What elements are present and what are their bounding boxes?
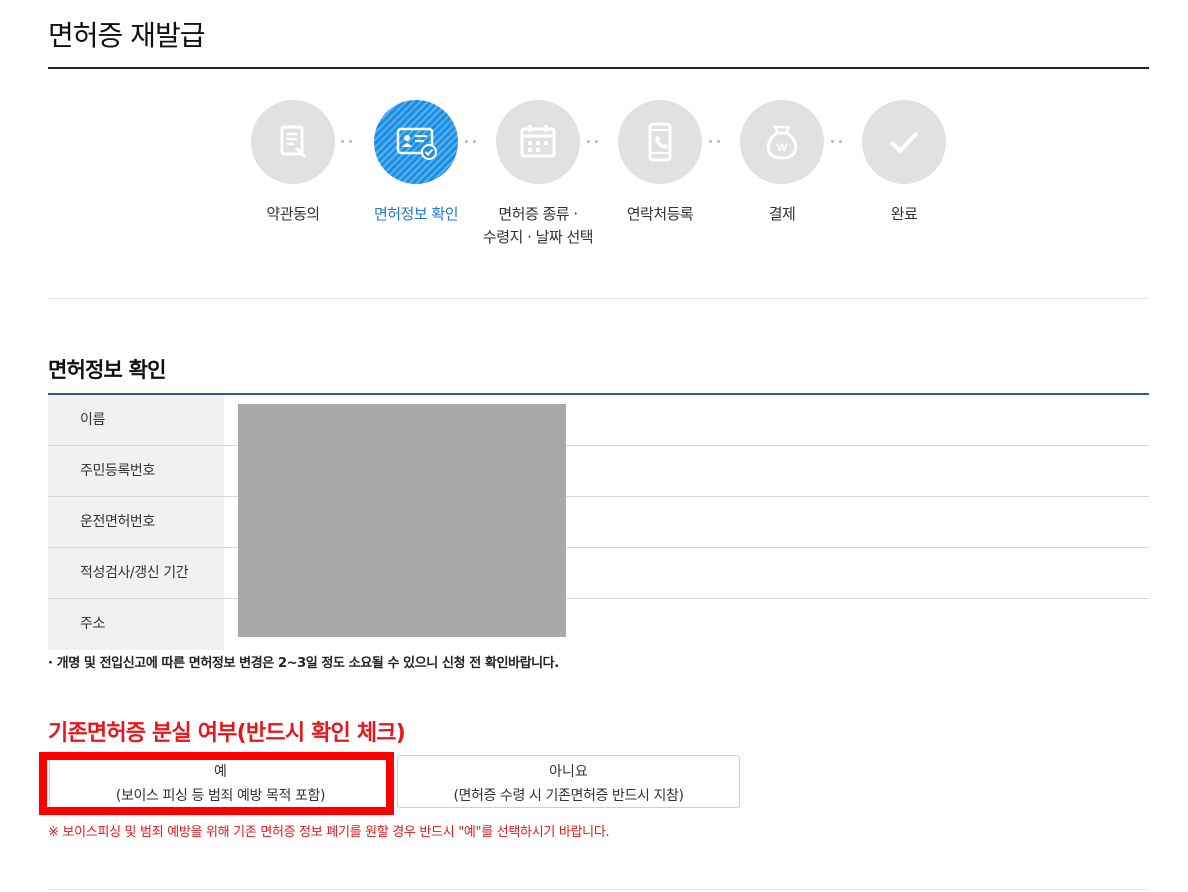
title-divider — [48, 67, 1149, 69]
step-label-line2: 수령지 · 날짜 선택 — [482, 228, 594, 246]
table-row: 이름 — [48, 395, 1149, 446]
page-title: 면허증 재발급 — [48, 19, 205, 52]
license-info-table: 이름 주민등록번호 운전면허번호 적성검사/갱신 기간 주소 — [48, 395, 1149, 650]
redacted-personal-info — [238, 404, 566, 637]
info-section-title: 면허정보 확인 — [48, 358, 166, 382]
step-label-terms: 약관동의 — [266, 205, 320, 223]
yes-button-sublabel: (보이스 피싱 등 범죄 예방 목적 포함) — [115, 788, 326, 804]
table-row: 주소 — [48, 599, 1149, 650]
document-pen-icon — [251, 100, 335, 184]
resident-number-label: 주민등록번호 — [48, 446, 224, 496]
step-connector — [465, 140, 487, 146]
yes-button-label: 예 — [214, 764, 227, 780]
check-icon — [862, 100, 946, 184]
step-label-payment: 결제 — [768, 205, 796, 223]
name-label: 이름 — [48, 395, 224, 445]
table-row: 주민등록번호 — [48, 446, 1149, 497]
step-label-license-type: 면허증 종류 · 수령지 · 날짜 선택 — [468, 203, 608, 249]
license-number-label: 운전면허번호 — [48, 497, 224, 547]
step-connector — [587, 140, 609, 146]
bottom-divider — [48, 889, 1149, 890]
progress-steps: 약관동의 면허정보 확인 면허증 종류 · 수령지 · 날짜 선택 연락처등록 … — [0, 100, 1188, 260]
step-label-line1: 면허증 종류 · — [498, 205, 578, 223]
section-divider — [48, 298, 1149, 299]
id-card-check-icon — [374, 100, 458, 184]
step-connector — [831, 140, 853, 146]
phone-icon — [618, 100, 702, 184]
no-button-label: 아니요 — [549, 764, 588, 780]
warning-note: ※ 보이스피싱 및 범죄 예방을 위해 기존 면허증 정보 폐기를 원할 경우 … — [48, 825, 610, 840]
no-button-sublabel: (면허증 수령 시 기존면허증 반드시 지참) — [453, 788, 684, 804]
renewal-period-label: 적성검사/갱신 기간 — [48, 548, 224, 598]
money-bag-icon: W — [740, 100, 824, 184]
step-connector — [341, 140, 363, 146]
svg-text:W: W — [777, 142, 788, 154]
table-row: 적성검사/갱신 기간 — [48, 548, 1149, 599]
step-label-license-info: 면허정보 확인 — [373, 205, 459, 223]
lost-no-button[interactable]: 아니요 (면허증 수령 시 기존면허증 반드시 지참) — [397, 755, 740, 808]
lost-yes-button[interactable]: 예 (보이스 피싱 등 범죄 예방 목적 포함) — [49, 755, 392, 808]
table-row: 운전면허번호 — [48, 497, 1149, 548]
step-connector — [709, 140, 731, 146]
step-label-complete: 완료 — [890, 205, 918, 223]
calendar-icon — [496, 100, 580, 184]
address-label: 주소 — [48, 599, 224, 650]
info-change-note: · 개명 및 전입신고에 따른 면허정보 변경은 2~3일 정도 소요될 수 있… — [48, 656, 559, 671]
step-label-contact: 연락처등록 — [626, 205, 694, 223]
loss-section-title: 기존면허증 분실 여부(반드시 확인 체크) — [48, 721, 406, 746]
